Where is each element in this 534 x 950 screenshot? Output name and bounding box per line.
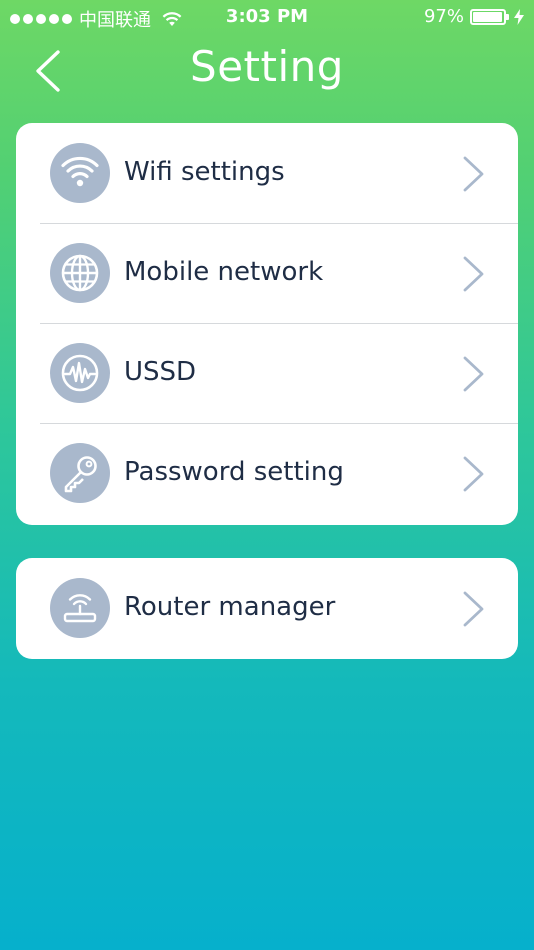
setting-row-mobile-network[interactable]: Mobile network xyxy=(16,223,518,323)
setting-row-ussd[interactable]: USSD xyxy=(16,323,518,423)
page-title: Setting xyxy=(190,42,344,91)
settings-group-main: Wifi settings Mobile network USSD Passwo… xyxy=(16,123,518,525)
battery-level-fill xyxy=(473,11,503,22)
chevron-right-icon xyxy=(463,356,484,392)
battery-icon xyxy=(470,8,509,25)
key-icon xyxy=(50,443,110,503)
setting-label-mobile-network: Mobile network xyxy=(124,257,324,287)
charging-bolt-icon xyxy=(514,8,524,25)
setting-label-ussd: USSD xyxy=(124,357,197,387)
chevron-right-icon xyxy=(463,591,484,627)
chevron-right-icon xyxy=(463,256,484,292)
waveform-icon xyxy=(50,343,110,403)
setting-label-password: Password setting xyxy=(124,457,344,487)
setting-row-password[interactable]: Password setting xyxy=(16,423,518,523)
status-bar-right: 97% xyxy=(424,6,524,27)
status-bar: 中国联通 3:03 PM 97% xyxy=(0,0,534,34)
setting-label-router-manager: Router manager xyxy=(124,592,336,622)
setting-row-router-manager[interactable]: Router manager xyxy=(16,558,518,658)
setting-row-wifi[interactable]: Wifi settings xyxy=(16,123,518,223)
settings-group-router: Router manager xyxy=(16,558,518,659)
battery-percent: 97% xyxy=(423,6,464,27)
globe-icon xyxy=(50,243,110,303)
navigation-bar: Setting xyxy=(0,34,534,114)
wifi-icon xyxy=(50,143,110,203)
router-icon xyxy=(50,578,110,638)
chevron-right-icon xyxy=(463,156,484,192)
setting-label-wifi: Wifi settings xyxy=(124,157,285,187)
chevron-right-icon xyxy=(463,456,484,492)
